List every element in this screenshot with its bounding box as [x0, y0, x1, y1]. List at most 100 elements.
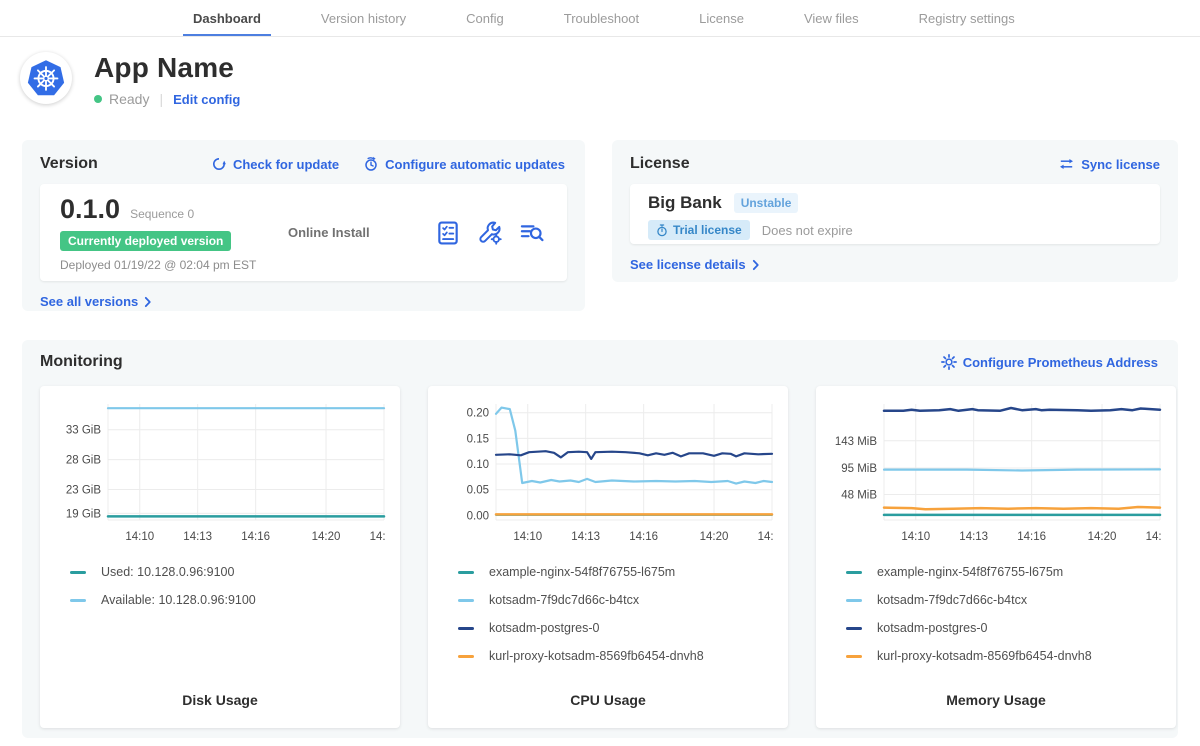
- tab-config[interactable]: Config: [456, 0, 514, 36]
- kubernetes-logo-icon: [20, 52, 72, 104]
- svg-text:14:16: 14:16: [629, 531, 658, 543]
- legend-label: kurl-proxy-kotsadm-8569fb6454-dnvh8: [877, 649, 1092, 663]
- stopwatch-icon: [656, 224, 668, 237]
- license-info-card: Big Bank Unstable Trial license Does not…: [630, 184, 1160, 244]
- tab-version-history[interactable]: Version history: [311, 0, 416, 36]
- license-panel: License Sync license Big Bank Unstable: [612, 140, 1178, 282]
- legend-item: kotsadm-7f9dc7d66c-b4tcx: [458, 586, 774, 614]
- customer-name: Big Bank: [648, 193, 722, 213]
- legend-item: kotsadm-7f9dc7d66c-b4tcx: [846, 586, 1162, 614]
- tab-view-files[interactable]: View files: [794, 0, 869, 36]
- svg-text:143 MiB: 143 MiB: [835, 436, 878, 448]
- svg-text:48 MiB: 48 MiB: [841, 490, 877, 502]
- svg-text:0.10: 0.10: [467, 459, 489, 471]
- tab-troubleshoot[interactable]: Troubleshoot: [554, 0, 649, 36]
- svg-text:0.05: 0.05: [467, 485, 489, 497]
- svg-text:14:13: 14:13: [959, 531, 988, 543]
- legend-item: kurl-proxy-kotsadm-8569fb6454-dnvh8: [846, 642, 1162, 670]
- svg-text:14:20: 14:20: [1088, 531, 1117, 543]
- legend-item: example-nginx-54f8f76755-l675m: [846, 558, 1162, 586]
- svg-text:14:10: 14:10: [125, 531, 154, 543]
- series-kotsadm-postgres-0: [496, 451, 772, 459]
- svg-text:14:16: 14:16: [1017, 531, 1046, 543]
- config-wrench-icon[interactable]: [477, 220, 503, 246]
- legend-item: example-nginx-54f8f76755-l675m: [458, 558, 774, 586]
- svg-text:0.00: 0.00: [467, 510, 489, 522]
- series-kurl-proxy-kotsadm-8569fb6454-dnvh8: [884, 507, 1160, 509]
- legend-item: kurl-proxy-kotsadm-8569fb6454-dnvh8: [458, 642, 774, 670]
- legend-swatch-icon: [846, 627, 862, 630]
- ready-status-dot: [94, 95, 102, 103]
- deployed-badge: Currently deployed version: [60, 231, 231, 251]
- divider: |: [159, 91, 163, 107]
- check-for-update-button[interactable]: Check for update: [211, 156, 339, 172]
- svg-text:14:16: 14:16: [241, 531, 270, 543]
- cpu-usage-plot: 14:1014:1314:1614:2014:230.200.150.100.0…: [442, 396, 774, 548]
- legend-swatch-icon: [70, 571, 86, 574]
- disk-usage-chart-card: 14:1014:1314:1614:2014:2333 GiB28 GiB23 …: [40, 386, 400, 728]
- legend-swatch-icon: [846, 655, 862, 658]
- svg-text:14:13: 14:13: [183, 531, 212, 543]
- sequence-label: Sequence 0: [130, 207, 194, 221]
- disk-usage-plot: 14:1014:1314:1614:2014:2333 GiB28 GiB23 …: [54, 396, 386, 548]
- series-kotsadm-7f9dc7d66c-b4tcx: [496, 408, 772, 484]
- view-logs-icon[interactable]: [519, 220, 545, 246]
- legend-swatch-icon: [458, 655, 474, 658]
- current-version-card: 0.1.0 Sequence 0 Currently deployed vers…: [40, 184, 567, 281]
- schedule-update-icon: [363, 156, 379, 172]
- svg-text:0.20: 0.20: [467, 408, 489, 420]
- legend-swatch-icon: [846, 571, 862, 574]
- legend-label: Used: 10.128.0.96:9100: [101, 565, 234, 579]
- svg-text:14:23: 14:23: [758, 531, 774, 543]
- svg-text:14:10: 14:10: [513, 531, 542, 543]
- svg-text:23 GiB: 23 GiB: [66, 485, 101, 497]
- svg-text:33 GiB: 33 GiB: [66, 425, 101, 437]
- memory-usage-plot: 14:1014:1314:1614:2014:23143 MiB95 MiB48…: [830, 396, 1162, 548]
- sync-license-button[interactable]: Sync license: [1058, 156, 1160, 172]
- legend-swatch-icon: [458, 627, 474, 630]
- legend-swatch-icon: [70, 599, 86, 602]
- charts-row: 14:10 14:13 14:16 14:20 14:23 33 GiB 28 GiB 23 …: [40, 386, 1168, 728]
- status-badge: Ready: [109, 91, 149, 107]
- monitoring-panel: Monitoring Configure Prometheus Address …: [22, 340, 1178, 738]
- memory-usage-legend: example-nginx-54f8f76755-l675mkotsadm-7f…: [846, 558, 1162, 670]
- chart-disk-usage: 14:1014:1314:1614:2014:2333 GiB28 GiB23 …: [54, 396, 386, 548]
- app-header: App Name Ready | Edit config: [0, 37, 1200, 107]
- tab-registry-settings[interactable]: Registry settings: [909, 0, 1025, 36]
- configure-prometheus-button[interactable]: Configure Prometheus Address: [941, 354, 1158, 370]
- chart-memory-usage: 14:1014:1314:1614:2014:23143 MiB95 MiB48…: [830, 396, 1162, 548]
- legend-label: kurl-proxy-kotsadm-8569fb6454-dnvh8: [489, 649, 704, 663]
- legend-label: example-nginx-54f8f76755-l675m: [489, 565, 675, 579]
- legend-label: kotsadm-postgres-0: [877, 621, 987, 635]
- chart-title: CPU Usage: [442, 692, 774, 714]
- memory-usage-chart-card: 14:1014:1314:1614:2014:23143 MiB95 MiB48…: [816, 386, 1176, 728]
- legend-label: Available: 10.128.0.96:9100: [101, 593, 256, 607]
- version-panel: Version Check for update Configure autom…: [22, 140, 585, 311]
- refresh-icon: [211, 156, 227, 172]
- tab-license[interactable]: License: [689, 0, 754, 36]
- series-kotsadm-7f9dc7d66c-b4tcx: [884, 469, 1160, 470]
- svg-text:28 GiB: 28 GiB: [66, 455, 101, 467]
- channel-badge: Unstable: [734, 193, 799, 213]
- legend-label: kotsadm-postgres-0: [489, 621, 599, 635]
- legend-item: kotsadm-postgres-0: [458, 614, 774, 642]
- see-all-versions-link[interactable]: See all versions: [40, 294, 153, 309]
- svg-text:14:20: 14:20: [312, 531, 341, 543]
- cpu-usage-legend: example-nginx-54f8f76755-l675m kotsadm-7f…: [458, 558, 774, 670]
- license-panel-title: License: [630, 155, 690, 173]
- legend-swatch-icon: [846, 599, 862, 602]
- svg-text:14:23: 14:23: [1146, 531, 1162, 543]
- top-navbar: Dashboard Version history Config Troublesho…: [0, 0, 1200, 37]
- version-number: 0.1.0: [60, 194, 120, 225]
- svg-text:14:13: 14:13: [571, 531, 600, 543]
- cpu-usage-chart-card: 14:1014:1314:1614:2014:230.200.150.100.0…: [428, 386, 788, 728]
- tab-dashboard[interactable]: Dashboard: [183, 0, 271, 36]
- preflight-checks-icon[interactable]: [435, 220, 461, 246]
- monitoring-title: Monitoring: [40, 353, 123, 371]
- see-license-details-link[interactable]: See license details: [630, 257, 761, 272]
- edit-config-link[interactable]: Edit config: [173, 92, 240, 107]
- legend-item: Used: 10.128.0.96:9100: [70, 558, 386, 586]
- configure-automatic-updates-button[interactable]: Configure automatic updates: [363, 156, 565, 172]
- svg-text:0.15: 0.15: [467, 433, 489, 445]
- chevron-right-icon: [144, 296, 153, 308]
